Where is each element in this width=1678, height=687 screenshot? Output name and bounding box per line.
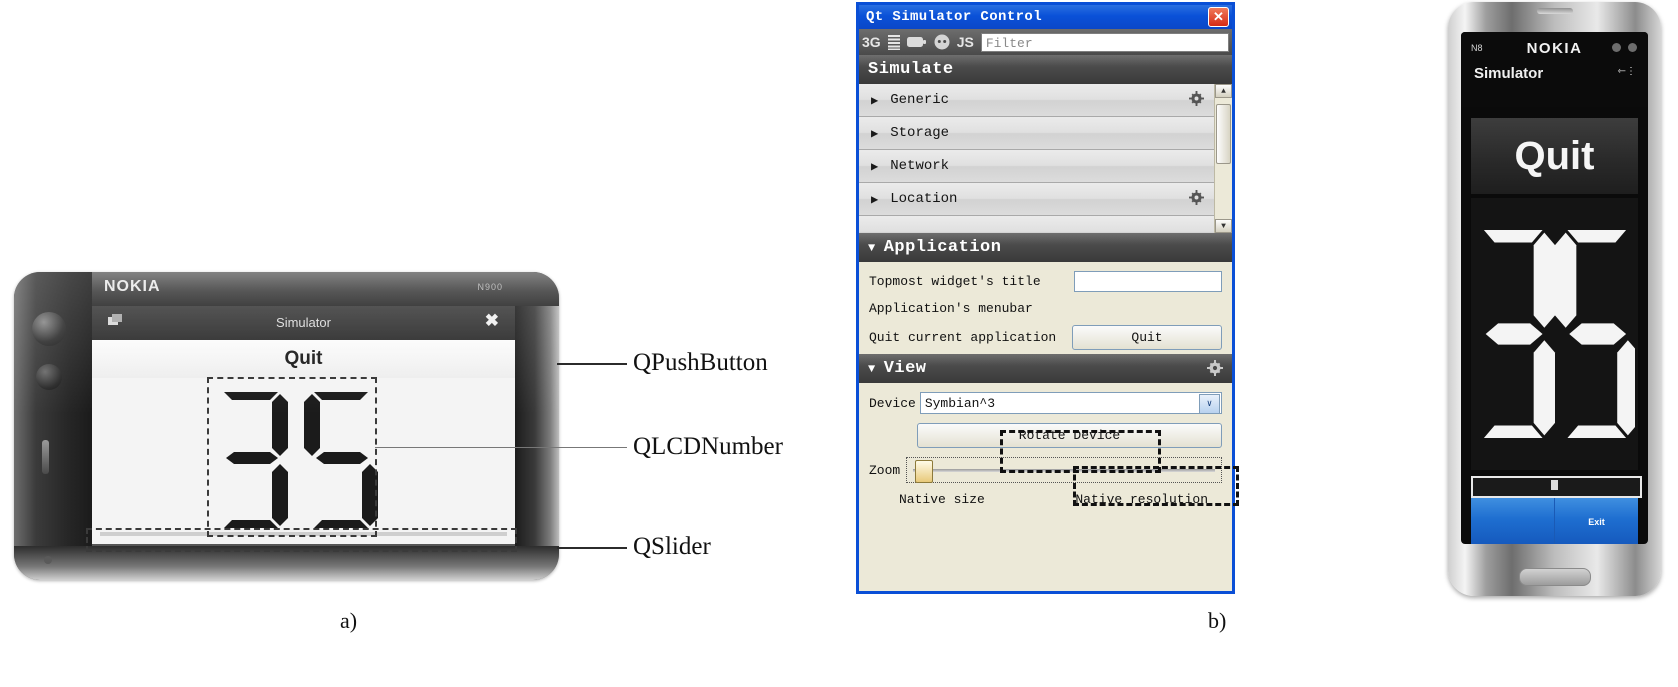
caption-b: b) — [1208, 608, 1227, 633]
annotation-box-qslider — [86, 528, 517, 552]
earpiece-speaker — [1536, 8, 1573, 14]
gear-icon[interactable] — [1207, 360, 1223, 382]
simulate-group-header[interactable]: Simulate — [859, 55, 1232, 84]
softkey-right[interactable]: Exit — [1555, 498, 1638, 544]
quit-button[interactable]: Quit — [1072, 325, 1222, 350]
sim-row-label: Storage — [890, 125, 950, 141]
app-title: Simulator — [1474, 65, 1544, 82]
n8-statusbar: N8 NOKIA Simulator ⇽⋮ — [1461, 32, 1648, 107]
chevron-right-icon: ▶ — [871, 93, 879, 108]
sim-row-network[interactable]: ▶ Network — [859, 150, 1214, 183]
power-socket-icon[interactable] — [934, 34, 950, 50]
sensor-icon — [1612, 43, 1621, 52]
device-row: Device Symbian^3 ∨ — [869, 392, 1222, 414]
window-title: Qt Simulator Control — [866, 9, 1043, 25]
scrollbar-thumb[interactable] — [1216, 104, 1231, 164]
view-group-header[interactable]: ▼ View — [859, 354, 1232, 383]
menubar-label: Application's menubar — [869, 301, 1033, 316]
network-3g-label[interactable]: 3G — [862, 34, 881, 50]
js-label[interactable]: JS — [957, 34, 974, 50]
quit-push-button[interactable]: Quit — [1471, 118, 1638, 194]
usb-icon: ⇽⋮ — [1617, 66, 1636, 77]
home-key[interactable] — [1518, 568, 1591, 586]
topmost-title-label: Topmost widget's title — [869, 274, 1041, 289]
caption-a: a) — [340, 608, 358, 633]
annotation-label-qlcdnumber: QLCDNumber — [633, 433, 783, 460]
device-combobox[interactable]: Symbian^3 ∨ — [919, 392, 1222, 414]
camera-icon — [1628, 43, 1637, 52]
scroll-down-button[interactable]: ▼ — [1215, 219, 1232, 233]
application-header-label: Application — [883, 238, 1002, 257]
application-panel: Topmost widget's title Application's men… — [859, 262, 1232, 354]
close-icon[interactable]: ✕ — [1208, 7, 1229, 27]
battery-icon[interactable] — [906, 36, 927, 48]
annotation-label-qpushbutton: QPushButton — [633, 349, 768, 376]
quit-application-label: Quit current application — [869, 330, 1057, 345]
sim-row-storage[interactable]: ▶ Storage — [859, 117, 1214, 150]
qslider-b[interactable] — [1471, 476, 1642, 498]
annotation-label-qslider: QSlider — [633, 533, 711, 560]
annotation-box-rotate-device — [1073, 466, 1239, 506]
filter-input[interactable]: Filter — [980, 32, 1229, 52]
quit-button-label: Quit — [1514, 133, 1595, 178]
chevron-down-icon: ▼ — [868, 240, 876, 255]
side-button[interactable] — [42, 440, 49, 474]
native-size-button[interactable]: Native size — [899, 492, 985, 507]
application-group-header[interactable]: ▼ Application — [859, 233, 1232, 262]
simulate-rows: ▶ Generic ▶ Storage ▶ Network ▶ Location — [859, 84, 1214, 233]
menubar-row: Application's menubar — [869, 301, 1222, 316]
chevron-right-icon: ▶ — [871, 192, 879, 207]
gear-icon[interactable] — [1189, 91, 1204, 111]
figure-a: NOKIA N900 Simulator ✖ Quit — [0, 0, 840, 687]
view-header-label: View — [883, 359, 927, 378]
softkey-left[interactable] — [1471, 498, 1554, 544]
n8-device: N8 NOKIA Simulator ⇽⋮ Quit Exit — [1448, 2, 1661, 596]
qslider-handle[interactable] — [1551, 480, 1559, 490]
sim-row-label: Generic — [890, 92, 950, 108]
gear-icon[interactable] — [1189, 190, 1204, 210]
scroll-up-button[interactable]: ▲ — [1215, 84, 1232, 98]
lcd-digits — [1483, 230, 1635, 438]
n900-bottom-dot — [44, 556, 52, 564]
n8-screen: N8 NOKIA Simulator ⇽⋮ Quit Exit — [1461, 32, 1648, 544]
zoom-label: Zoom — [869, 462, 901, 478]
chevron-down-icon[interactable]: ∨ — [1199, 394, 1220, 414]
sim-row-label: Network — [890, 158, 950, 174]
topmost-title-input[interactable] — [1074, 271, 1222, 292]
chevron-right-icon: ▶ — [871, 126, 879, 141]
sim-row-label: Location — [890, 191, 958, 207]
sim-row-location[interactable]: ▶ Location — [859, 183, 1214, 216]
sim-row-generic[interactable]: ▶ Generic — [859, 84, 1214, 117]
toolbar: 3G JS Filter — [859, 29, 1232, 55]
softkey-bar: Exit — [1471, 498, 1638, 544]
leader-line-qslider — [557, 547, 627, 549]
device-label: Device — [869, 395, 916, 411]
qlcdnumber-b — [1471, 198, 1638, 470]
chevron-down-icon: ▼ — [868, 361, 876, 376]
device-combobox-value: Symbian^3 — [924, 396, 996, 411]
topmost-title-row: Topmost widget's title — [869, 271, 1222, 292]
simulate-scrollbar[interactable]: ▲ ▼ — [1214, 84, 1232, 233]
sim-row-partial[interactable] — [859, 216, 1214, 233]
leader-line-qpushbutton — [557, 363, 627, 365]
chevron-right-icon: ▶ — [871, 159, 879, 174]
zoom-slider-handle[interactable] — [915, 460, 934, 483]
quit-row: Quit current application Quit — [869, 325, 1222, 350]
window-titlebar[interactable]: Qt Simulator Control ✕ — [859, 5, 1232, 29]
signal-bars-icon[interactable] — [887, 34, 900, 50]
simulate-list: ▶ Generic ▶ Storage ▶ Network ▶ Location… — [859, 84, 1232, 233]
annotation-box-qlcdnumber — [207, 377, 377, 537]
simulate-header-label: Simulate — [868, 60, 954, 79]
leader-line-qlcdnumber — [375, 447, 627, 448]
